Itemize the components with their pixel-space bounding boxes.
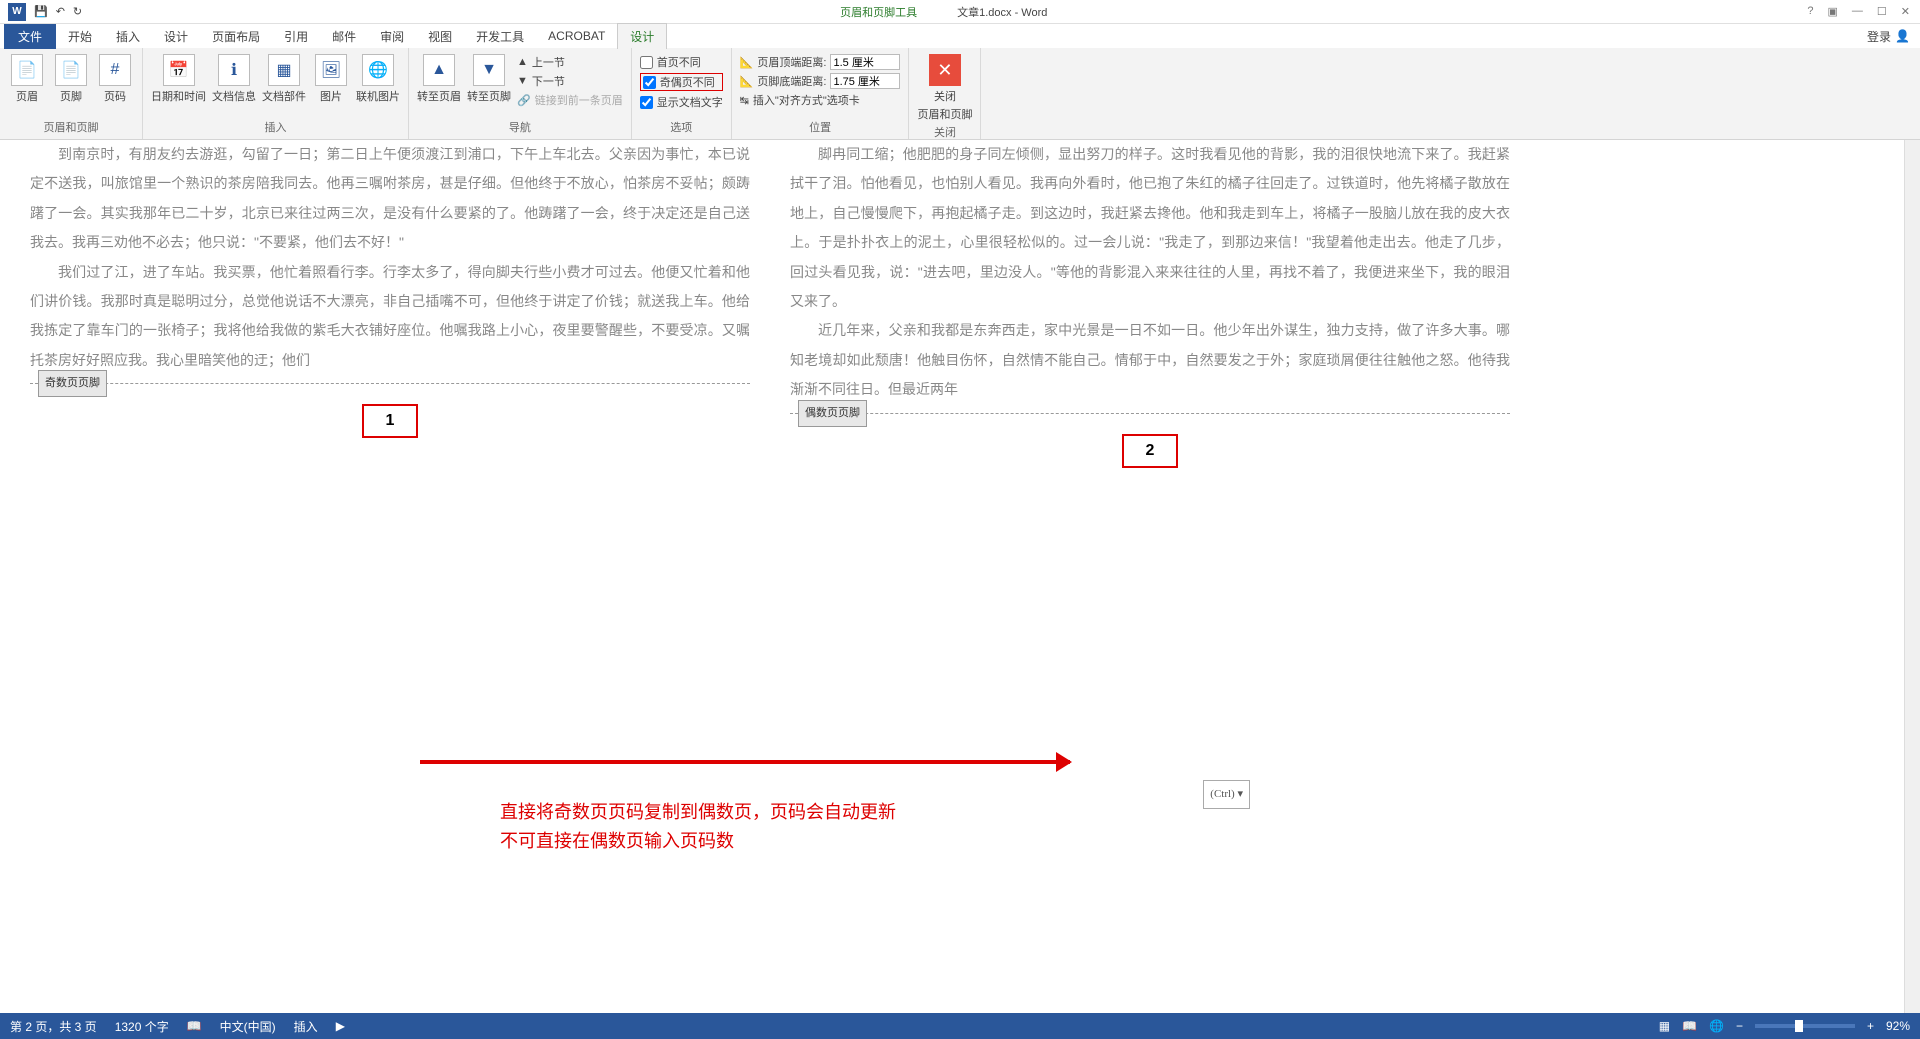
- prev-section-button[interactable]: ▲ 上一节: [517, 54, 623, 70]
- tab-view[interactable]: 视图: [416, 24, 464, 49]
- document-area[interactable]: 到南京时，有朋友约去游逛，勾留了一日；第二日上午便须渡江到浦口，下午上车北去。父…: [0, 140, 1904, 1013]
- title-bar: W 💾 ↶ ↻ 页眉和页脚工具 文章1.docx - Word ? ▣ — ☐ …: [0, 0, 1920, 24]
- vertical-scrollbar[interactable]: [1904, 140, 1920, 1013]
- document-title: 文章1.docx - Word: [957, 4, 1047, 20]
- close-icon[interactable]: ✕: [1901, 5, 1910, 18]
- quick-access-toolbar: W 💾 ↶ ↻: [0, 3, 90, 21]
- zoom-slider[interactable]: [1755, 1024, 1855, 1028]
- tab-mailings[interactable]: 邮件: [320, 24, 368, 49]
- tab-acrobat[interactable]: ACROBAT: [536, 25, 617, 47]
- tab-design[interactable]: 设计: [152, 24, 200, 49]
- show-document-text-checkbox[interactable]: 显示文档文字: [640, 94, 723, 110]
- insert-mode[interactable]: 插入: [294, 1018, 318, 1035]
- tab-file[interactable]: 文件: [4, 24, 56, 49]
- zoom-in-icon[interactable]: +: [1867, 1019, 1874, 1033]
- contextual-tab-title: 页眉和页脚工具: [840, 4, 917, 20]
- datetime-button[interactable]: 📅日期和时间: [151, 54, 206, 104]
- print-layout-view-icon[interactable]: ▦: [1659, 1019, 1670, 1033]
- tab-home[interactable]: 开始: [56, 24, 104, 49]
- annotation-arrow: [420, 760, 1070, 764]
- header-distance-input[interactable]: 📐页眉顶端距离:: [740, 54, 901, 70]
- first-page-different-checkbox[interactable]: 首页不同: [640, 54, 723, 70]
- web-layout-view-icon[interactable]: 🌐: [1709, 1019, 1724, 1033]
- group-navigation: ▲转至页眉 ▼转至页脚 ▲ 上一节 ▼ 下一节 🔗 链接到前一条页眉 导航: [409, 48, 632, 139]
- close-header-footer-button[interactable]: ✕关闭页眉和页脚: [917, 54, 972, 122]
- page-indicator[interactable]: 第 2 页，共 3 页: [10, 1018, 97, 1035]
- next-section-button[interactable]: ▼ 下一节: [517, 73, 623, 89]
- zoom-level[interactable]: 92%: [1886, 1019, 1910, 1033]
- maximize-icon[interactable]: ☐: [1877, 5, 1887, 18]
- odd-footer-label: 奇数页页脚: [38, 370, 107, 397]
- body-text: 脚冉同工缩；他肥肥的身子同左倾侧，显出努刀的样子。这时我看见他的背影，我的泪很快…: [790, 140, 1510, 316]
- page-even: 脚冉同工缩；他肥肥的身子同左倾侧，显出努刀的样子。这时我看见他的背影，我的泪很快…: [790, 140, 1510, 468]
- tab-hf-design[interactable]: 设计: [617, 23, 667, 49]
- tab-review[interactable]: 审阅: [368, 24, 416, 49]
- footer-button[interactable]: 📄页脚: [52, 54, 90, 104]
- macro-icon[interactable]: ▶: [336, 1019, 345, 1033]
- paste-options-button[interactable]: (Ctrl) ▾: [1203, 780, 1250, 809]
- body-text: 我们过了江，进了车站。我买票，他忙着照看行李。行李太多了，得向脚夫行些小费才可过…: [30, 258, 750, 376]
- proofing-icon[interactable]: 📖: [187, 1019, 202, 1033]
- word-count[interactable]: 1320 个字: [115, 1018, 169, 1035]
- tab-developer[interactable]: 开发工具: [464, 24, 536, 49]
- annotation-text: 直接将奇数页页码复制到偶数页，页码会自动更新 不可直接在偶数页输入页码数: [500, 798, 896, 856]
- page-number-button[interactable]: #页码: [96, 54, 134, 104]
- ribbon-options-icon[interactable]: ▣: [1828, 5, 1838, 18]
- undo-icon[interactable]: ↶: [56, 5, 65, 18]
- ribbon-tabs: 文件 开始 插入 设计 页面布局 引用 邮件 审阅 视图 开发工具 ACROBA…: [0, 24, 1920, 48]
- page-odd: 到南京时，有朋友约去游逛，勾留了一日；第二日上午便须渡江到浦口，下午上车北去。父…: [30, 140, 750, 468]
- online-picture-button[interactable]: 🌐联机图片: [356, 54, 400, 104]
- status-bar: 第 2 页，共 3 页 1320 个字 📖 中文(中国) 插入 ▶ ▦ 📖 🌐 …: [0, 1013, 1920, 1039]
- goto-header-button[interactable]: ▲转至页眉: [417, 54, 461, 104]
- group-header-footer: 📄页眉 📄页脚 #页码 页眉和页脚: [0, 48, 143, 139]
- group-close: ✕关闭页眉和页脚 关闭: [909, 48, 981, 139]
- group-options: 首页不同 奇偶页不同 显示文档文字 选项: [632, 48, 732, 139]
- save-icon[interactable]: 💾: [34, 5, 48, 18]
- watermark-url: jingyan.baidu.com: [1777, 993, 1890, 1009]
- odd-even-different-checkbox[interactable]: 奇偶页不同: [643, 74, 720, 90]
- body-text: 近几年来，父亲和我都是东奔西走，家中光景是一日不如一日。他少年出外谋生，独力支持…: [790, 316, 1510, 404]
- even-footer-label: 偶数页页脚: [798, 400, 867, 427]
- word-app-icon: W: [8, 3, 26, 21]
- zoom-out-icon[interactable]: −: [1736, 1019, 1743, 1033]
- group-insert: 📅日期和时间 ℹ文档信息 ▦文档部件 🖼图片 🌐联机图片 插入: [143, 48, 409, 139]
- sign-in-link[interactable]: 登录 👤: [1857, 24, 1920, 49]
- tab-insert[interactable]: 插入: [104, 24, 152, 49]
- read-mode-view-icon[interactable]: 📖: [1682, 1019, 1697, 1033]
- redo-icon[interactable]: ↻: [73, 5, 82, 18]
- body-text: 到南京时，有朋友约去游逛，勾留了一日；第二日上午便须渡江到浦口，下午上车北去。父…: [30, 140, 750, 258]
- minimize-icon[interactable]: —: [1852, 5, 1863, 18]
- ribbon: 📄页眉 📄页脚 #页码 页眉和页脚 📅日期和时间 ℹ文档信息 ▦文档部件 🖼图片…: [0, 48, 1920, 140]
- tab-layout[interactable]: 页面布局: [200, 24, 272, 49]
- insert-alignment-tab-button[interactable]: ↹ 插入"对齐方式"选项卡: [740, 92, 901, 108]
- page-number-even[interactable]: 2: [790, 434, 1510, 468]
- goto-footer-button[interactable]: ▼转至页脚: [467, 54, 511, 104]
- language-indicator[interactable]: 中文(中国): [220, 1018, 276, 1035]
- tab-references[interactable]: 引用: [272, 24, 320, 49]
- link-previous-button[interactable]: 🔗 链接到前一条页眉: [517, 92, 623, 108]
- group-position: 📐页眉顶端距离: 📐页脚底端距离: ↹ 插入"对齐方式"选项卡 位置: [732, 48, 910, 139]
- page-number-odd[interactable]: 1: [30, 404, 750, 438]
- docinfo-button[interactable]: ℹ文档信息: [212, 54, 256, 104]
- header-button[interactable]: 📄页眉: [8, 54, 46, 104]
- help-icon[interactable]: ?: [1807, 5, 1813, 18]
- footer-distance-input[interactable]: 📐页脚底端距离:: [740, 73, 901, 89]
- docparts-button[interactable]: ▦文档部件: [262, 54, 306, 104]
- picture-button[interactable]: 🖼图片: [312, 54, 350, 104]
